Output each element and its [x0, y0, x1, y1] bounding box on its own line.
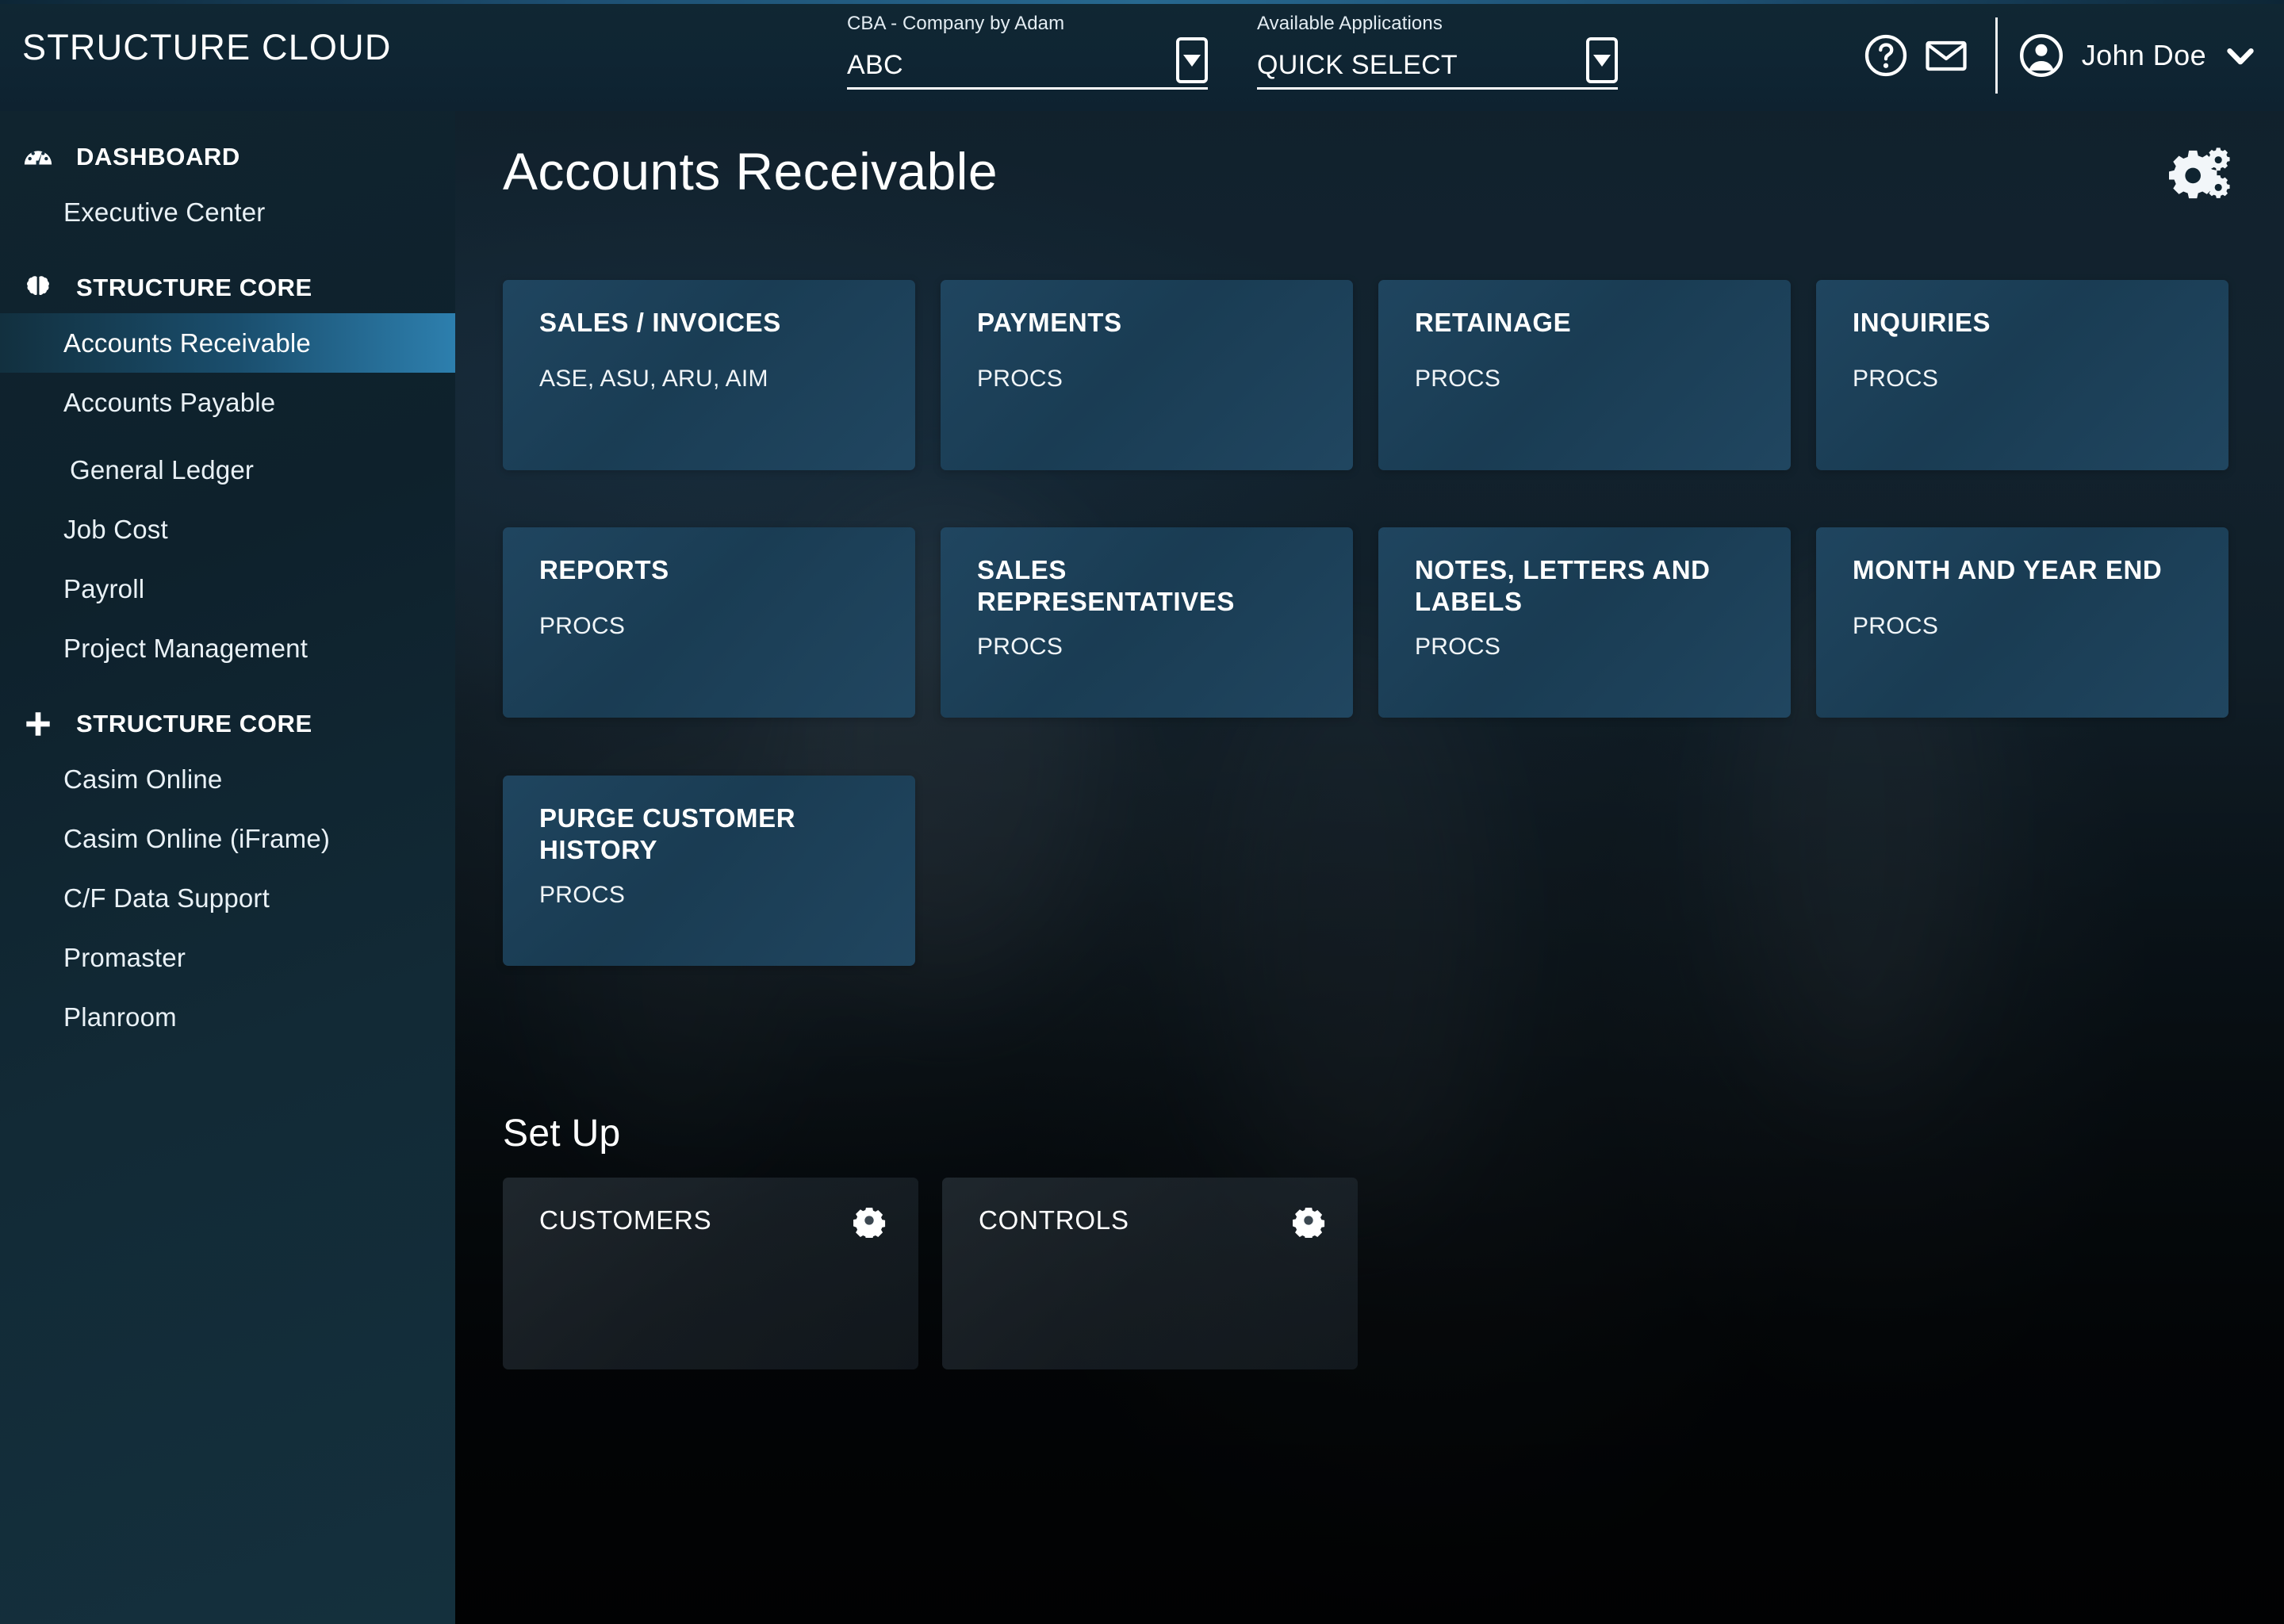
tile-subtitle: PROCS — [539, 882, 626, 908]
tile-title: SALES / INVOICES — [539, 308, 781, 337]
sidebar-group-title: STRUCTURE CORE — [76, 274, 312, 301]
user-menu[interactable]: John Doe — [2017, 31, 2262, 80]
sidebar-group-title: STRUCTURE CORE — [76, 710, 312, 737]
company-selector[interactable]: CBA - Company by Adam ABC — [847, 13, 1208, 90]
tile-grid-row-3: PURGE CUSTOMER HISTORY PROCS — [503, 776, 2228, 966]
tile-title: NOTES, LETTERS AND LABELS — [1415, 555, 1711, 617]
messages-button[interactable] — [1916, 25, 1976, 86]
chevron-down-icon[interactable] — [2222, 37, 2259, 74]
user-name: John Doe — [2081, 39, 2206, 71]
sidebar-item-casim-online-iframe[interactable]: Casim Online (iFrame) — [0, 809, 455, 868]
sidebar-item-accounts-receivable[interactable]: Accounts Receivable — [0, 313, 455, 373]
sidebar-item-job-cost[interactable]: Job Cost — [0, 500, 455, 559]
tile-payments[interactable]: PAYMENTS PROCS — [941, 280, 1353, 470]
app-header: STRUCTURE CLOUD CBA - Company by Adam AB… — [0, 0, 2284, 111]
tile-title: PAYMENTS — [977, 308, 1122, 337]
header-actions: John Doe — [1856, 0, 2262, 111]
tile-controls[interactable]: CONTROLS — [942, 1178, 1358, 1369]
sidebar-item-executive-center[interactable]: Executive Center — [0, 182, 455, 242]
applications-selector-value: QUICK SELECT — [1257, 50, 1458, 80]
tile-retainage[interactable]: RETAINAGE PROCS — [1378, 280, 1791, 470]
tile-grid-row-1: SALES / INVOICES ASE, ASU, ARU, AIM PAYM… — [503, 280, 2228, 470]
tile-sales-representatives[interactable]: SALES REPRESENTATIVES PROCS — [941, 527, 1353, 718]
tile-subtitle: PROCS — [1415, 634, 1501, 660]
sidebar-navigation: DASHBOARD Executive Center STRUCTURE COR… — [0, 111, 455, 1624]
tile-title: CUSTOMERS — [539, 1205, 712, 1235]
tile-subtitle: PROCS — [977, 366, 1063, 392]
gears-icon — [2169, 147, 2230, 199]
envelope-icon — [1926, 40, 1967, 71]
tile-title: REPORTS — [539, 555, 669, 584]
chevron-down-icon[interactable] — [1586, 37, 1618, 83]
brain-icon — [17, 273, 59, 303]
header-divider — [1995, 17, 1998, 94]
tile-sales-invoices[interactable]: SALES / INVOICES ASE, ASU, ARU, AIM — [503, 280, 915, 470]
header-selectors: CBA - Company by Adam ABC Available Appl… — [847, 13, 1618, 90]
tile-reports[interactable]: REPORTS PROCS — [503, 527, 915, 718]
tile-title: RETAINAGE — [1415, 308, 1572, 337]
tile-subtitle: PROCS — [1415, 366, 1501, 392]
gauge-icon — [17, 140, 59, 174]
help-circle-icon — [1864, 34, 1907, 77]
setup-section-heading: Set Up — [503, 1113, 621, 1155]
chevron-down-icon[interactable] — [1176, 37, 1208, 83]
tile-subtitle: PROCS — [977, 634, 1063, 660]
tile-subtitle: PROCS — [539, 613, 626, 639]
sidebar-item-payroll[interactable]: Payroll — [0, 559, 455, 619]
page-settings-button[interactable] — [2162, 141, 2233, 205]
sidebar-item-planroom[interactable]: Planroom — [0, 987, 455, 1047]
tile-subtitle: PROCS — [1853, 613, 1939, 639]
tile-title: SALES REPRESENTATIVES — [977, 555, 1235, 617]
help-button[interactable] — [1856, 25, 1916, 86]
main-content: Accounts Receivable SALES / INVOICES ASE… — [455, 111, 2284, 1624]
tile-title: CONTROLS — [979, 1205, 1129, 1235]
tile-customers[interactable]: CUSTOMERS — [503, 1178, 918, 1369]
tile-notes-letters-labels[interactable]: NOTES, LETTERS AND LABELS PROCS — [1378, 527, 1791, 718]
tile-purge-customer-history[interactable]: PURGE CUSTOMER HISTORY PROCS — [503, 776, 915, 966]
tile-subtitle: ASE, ASU, ARU, AIM — [539, 366, 768, 392]
sidebar-item-accounts-payable[interactable]: Accounts Payable — [0, 373, 455, 432]
company-selector-label: CBA - Company by Adam — [847, 13, 1065, 34]
page-title: Accounts Receivable — [503, 142, 998, 201]
sidebar-group-dashboard[interactable]: DASHBOARD — [0, 132, 455, 182]
tile-title: PURGE CUSTOMER HISTORY — [539, 803, 796, 865]
sidebar-group-structure-core-extra[interactable]: STRUCTURE CORE — [0, 699, 455, 749]
sidebar-item-project-management[interactable]: Project Management — [0, 619, 455, 678]
sidebar-item-promaster[interactable]: Promaster — [0, 928, 455, 987]
app-root: STRUCTURE CLOUD CBA - Company by Adam AB… — [0, 0, 2284, 1624]
setup-tile-grid: CUSTOMERS CONTROLS — [503, 1178, 1358, 1369]
tile-inquiries[interactable]: INQUIRIES PROCS — [1816, 280, 2228, 470]
plus-icon — [17, 707, 59, 741]
gear-icon[interactable] — [852, 1203, 887, 1238]
tile-title: MONTH AND YEAR END — [1853, 555, 2163, 584]
user-circle-icon — [2019, 34, 2063, 77]
top-accent-line — [0, 0, 2284, 4]
applications-selector[interactable]: Available Applications QUICK SELECT — [1257, 13, 1618, 90]
sidebar-item-cf-data-support[interactable]: C/F Data Support — [0, 868, 455, 928]
brand-title: STRUCTURE CLOUD — [22, 27, 392, 67]
tile-subtitle: PROCS — [1853, 366, 1939, 392]
tile-title: INQUIRIES — [1853, 308, 1991, 337]
sidebar-item-casim-online[interactable]: Casim Online — [0, 749, 455, 809]
applications-selector-label: Available Applications — [1257, 13, 1443, 34]
tile-month-and-year-end[interactable]: MONTH AND YEAR END PROCS — [1816, 527, 2228, 718]
sidebar-item-general-ledger[interactable]: General Ledger — [0, 440, 455, 500]
company-selector-value: ABC — [847, 50, 903, 80]
sidebar-group-title: DASHBOARD — [76, 143, 240, 170]
sidebar-group-structure-core[interactable]: STRUCTURE CORE — [0, 262, 455, 313]
gear-icon[interactable] — [1291, 1203, 1326, 1238]
tile-grid-row-2: REPORTS PROCS SALES REPRESENTATIVES PROC… — [503, 527, 2228, 718]
